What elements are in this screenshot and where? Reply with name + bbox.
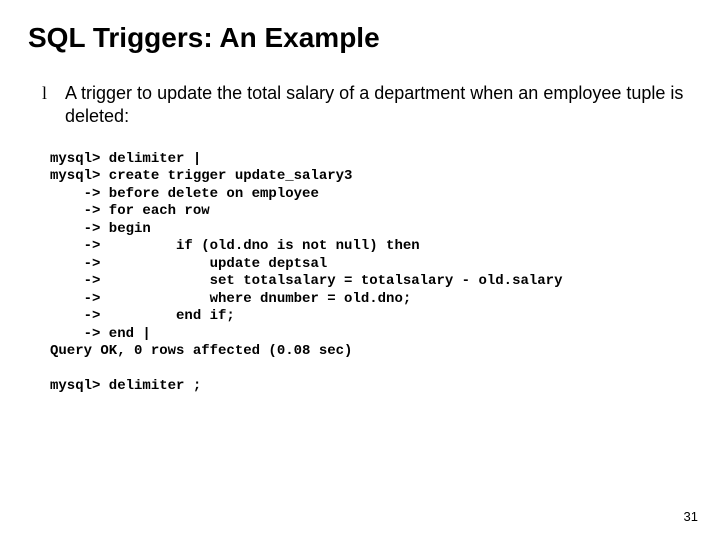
slide-title: SQL Triggers: An Example — [28, 22, 692, 54]
bullet-marker: l — [42, 82, 47, 105]
bullet-item: l A trigger to update the total salary o… — [42, 82, 692, 129]
page-number: 31 — [684, 509, 698, 524]
code-block: mysql> delimiter | mysql> create trigger… — [50, 151, 692, 396]
bullet-text: A trigger to update the total salary of … — [65, 82, 692, 129]
